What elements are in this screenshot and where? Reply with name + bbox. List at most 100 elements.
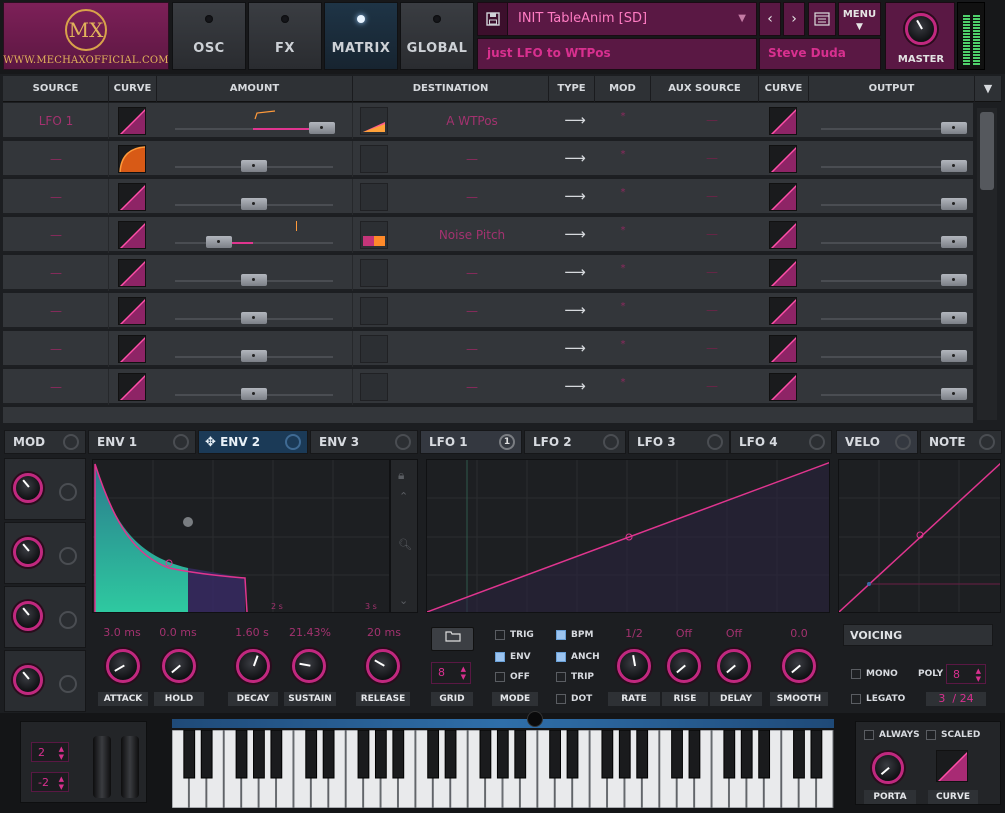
preset-browser-button[interactable] [808,2,836,36]
amount-slider-track[interactable] [175,242,333,244]
amount-slider-thumb[interactable] [308,122,335,134]
tab-toggle[interactable] [285,434,301,450]
sustain-knob[interactable] [292,649,326,683]
lfo-graph[interactable] [426,459,830,613]
trip-checkbox[interactable] [556,672,566,682]
output-slider-track[interactable] [821,166,961,168]
amount-slider-thumb[interactable] [241,274,267,286]
porta-knob[interactable] [872,752,904,784]
black-key[interactable] [810,730,823,779]
piano-keyboard[interactable] [172,730,834,808]
curve-box[interactable] [118,373,146,401]
black-key[interactable] [566,730,579,779]
black-key[interactable] [479,730,492,779]
black-key[interactable] [793,730,805,779]
black-key[interactable] [636,730,649,779]
envelope-graph[interactable]: 2 s 3 s [92,459,390,613]
black-key[interactable] [740,730,753,779]
destination-label[interactable]: — [398,152,546,166]
rate-knob[interactable] [617,649,651,683]
attack-knob[interactable] [106,649,140,683]
black-key[interactable] [758,730,771,779]
output-slider-thumb[interactable] [941,312,967,324]
destination-label[interactable]: — [398,342,546,356]
tab-fx[interactable]: FX [248,2,322,70]
black-key[interactable] [200,730,213,779]
black-key[interactable] [444,730,457,779]
output-slider-thumb[interactable] [941,160,967,172]
output-slider-track[interactable] [821,204,961,206]
curve-box[interactable] [118,183,146,211]
black-key[interactable] [235,730,248,779]
black-key[interactable] [723,730,736,779]
aux-curve-box[interactable] [769,259,797,287]
tab-env3[interactable]: ENV 3 [310,430,418,454]
black-key[interactable] [671,730,683,779]
aux-curve-box[interactable] [769,297,797,325]
aux-curve-box[interactable] [769,221,797,249]
black-key[interactable] [549,730,561,779]
aux-source-label[interactable]: — [659,265,765,279]
tab-mod[interactable]: MOD [4,430,86,454]
type-arrow-icon[interactable]: ⟶ [555,263,595,281]
output-slider-thumb[interactable] [941,198,967,210]
next-preset-button[interactable]: › [783,2,805,36]
aux-curve-box[interactable] [769,145,797,173]
matrix-scrollbar[interactable] [977,108,997,420]
amount-slider-thumb[interactable] [241,312,267,324]
lfo-preset-folder-button[interactable] [431,627,474,651]
chevron-down-icon[interactable]: ⌄ [399,594,408,607]
aux-source-label[interactable]: — [659,379,765,393]
curve-box[interactable] [118,335,146,363]
aux-curve-box[interactable] [769,107,797,135]
tab-global[interactable]: GLOBAL [400,2,474,70]
output-slider-track[interactable] [821,242,961,244]
aux-curve-box[interactable] [769,373,797,401]
aux-source-label[interactable]: — [659,113,765,127]
bend-up-stepper[interactable]: 2 ▲ ▼ [31,742,69,762]
velocity-graph[interactable] [838,459,1001,613]
destination-label[interactable]: Noise Pitch [398,228,546,242]
lock-icon[interactable]: 🔒︎ [398,468,404,483]
black-key[interactable] [357,730,370,779]
output-slider-thumb[interactable] [941,388,967,400]
black-key[interactable] [427,730,440,779]
bend-down-stepper[interactable]: -2 ▲ ▼ [31,772,69,792]
output-slider-track[interactable] [821,318,961,320]
master-volume-knob[interactable] [905,13,937,45]
pitch-wheel[interactable] [93,736,111,798]
type-arrow-icon[interactable]: ⟶ [555,187,595,205]
black-key[interactable] [322,730,335,779]
tab-matrix[interactable]: MATRIX [324,2,398,70]
tab-lfo2[interactable]: LFO 2 [524,430,626,454]
mod-label[interactable]: * [599,301,647,312]
black-key[interactable] [392,730,405,779]
amount-slider-thumb[interactable] [241,388,267,400]
macro-knob[interactable] [13,665,43,695]
output-slider-thumb[interactable] [941,350,967,362]
mod-label[interactable]: * [599,149,647,160]
amount-slider-thumb[interactable] [206,236,233,248]
macro-knob[interactable] [13,537,43,567]
tab-toggle[interactable] [395,434,411,450]
curve-box[interactable] [118,259,146,287]
amount-slider-thumb[interactable] [241,160,267,172]
tab-lfo3[interactable]: LFO 3 [628,430,730,454]
aux-curve-box[interactable] [769,335,797,363]
output-slider-thumb[interactable] [941,274,967,286]
tab-velo[interactable]: VELO [836,430,918,454]
destination-label[interactable]: — [398,266,546,280]
destination-label[interactable]: — [398,190,546,204]
mod-label[interactable]: * [599,225,647,236]
type-arrow-icon[interactable]: ⟶ [555,111,595,129]
decay-knob[interactable] [236,649,270,683]
anch-checkbox[interactable] [556,652,566,662]
preset-selector[interactable]: INIT TableAnim [SD] ▼ [477,2,757,36]
aux-source-label[interactable]: — [659,341,765,355]
rise-knob[interactable] [667,649,701,683]
amount-slider-thumb[interactable] [241,350,267,362]
curve-box[interactable] [118,107,146,135]
trig-checkbox[interactable] [495,630,505,640]
save-preset-button[interactable] [478,3,508,35]
tab-lfo4[interactable]: LFO 4 [730,430,832,454]
